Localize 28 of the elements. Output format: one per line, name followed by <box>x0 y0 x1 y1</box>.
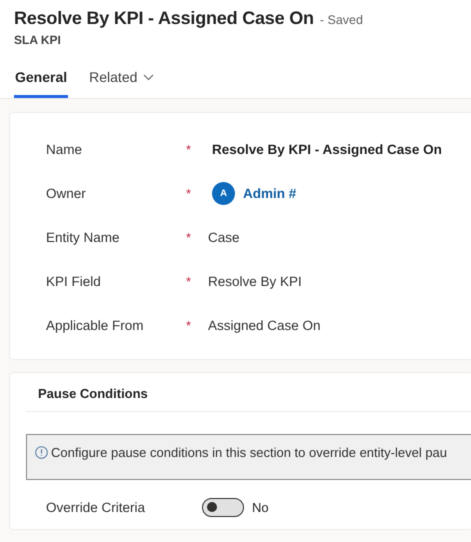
field-value: Assigned Case On <box>208 318 321 332</box>
required-marker: * <box>186 318 192 332</box>
info-icon <box>35 446 48 459</box>
avatar: A <box>212 182 235 204</box>
field-label: Name <box>46 142 84 156</box>
tab[interactable]: Related <box>88 61 156 98</box>
section-title: Pause Conditions <box>26 373 471 412</box>
field-value: Case <box>208 230 240 244</box>
info-text: Configure pause conditions in this section to override entity-level pau <box>51 445 448 460</box>
field-value: Resolve By KPI <box>208 274 302 288</box>
save-status: - Saved <box>320 13 363 27</box>
field-label: Entity Name <box>46 230 121 244</box>
owner-link[interactable]: Admin # <box>243 186 296 200</box>
toggle-switch[interactable] <box>202 498 244 517</box>
required-marker: * <box>186 142 192 156</box>
required-marker: * <box>186 230 192 244</box>
entity-name: SLA KPI <box>14 33 62 47</box>
required-marker: * <box>186 274 192 288</box>
field-label: KPI Field <box>46 274 102 288</box>
field-label: Owner <box>46 186 87 200</box>
field-label: Override Criteria <box>46 500 146 515</box>
record-title: Resolve By KPI - Assigned Case On <box>14 8 314 29</box>
chevron-down-icon <box>143 74 154 80</box>
field-label: Applicable From <box>46 318 145 332</box>
field-value: Resolve By KPI - Assigned Case On <box>212 142 442 156</box>
required-marker: * <box>186 186 192 200</box>
toggle-state: No <box>252 500 269 515</box>
tab[interactable]: General <box>14 61 68 98</box>
